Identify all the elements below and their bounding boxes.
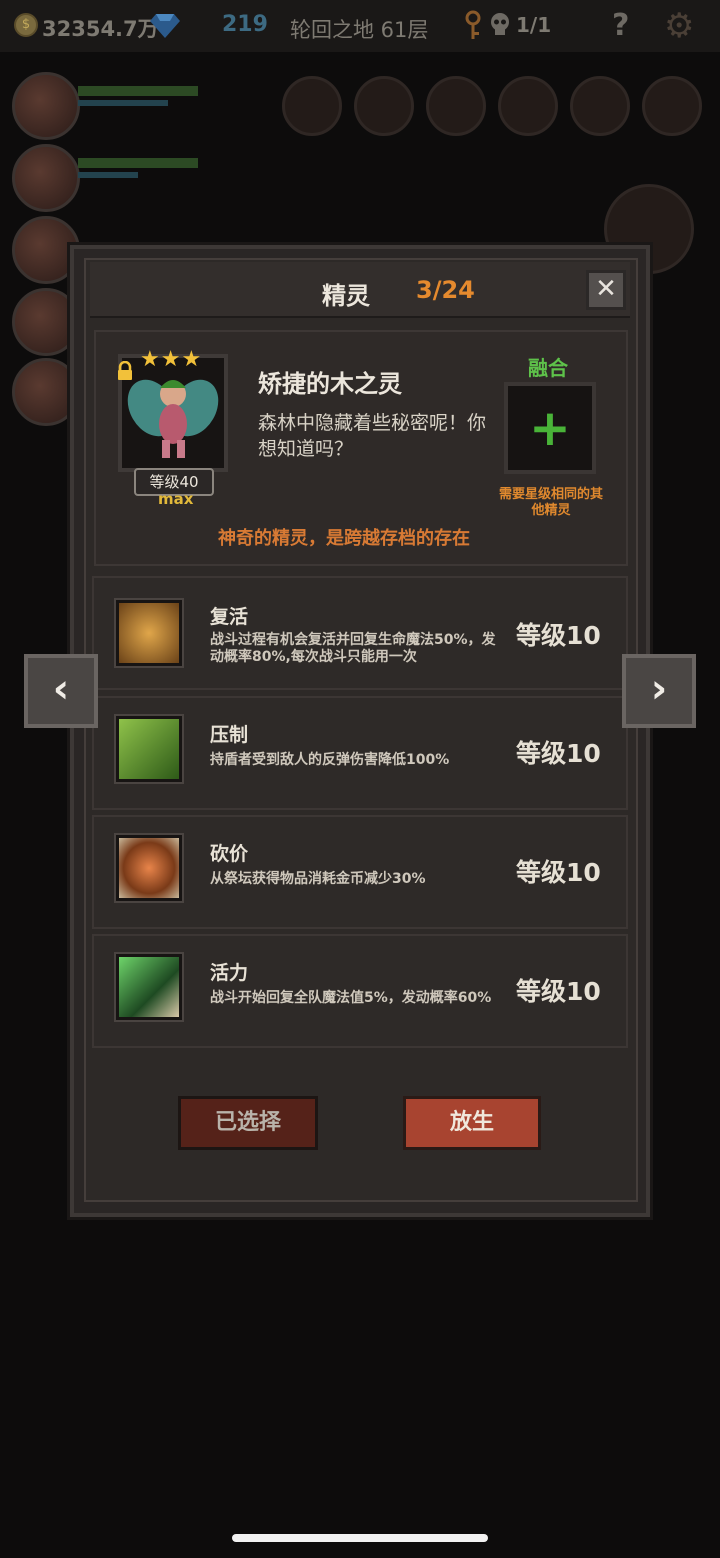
- skill-name: 砍价: [210, 843, 249, 865]
- spirit-description: 森林中隐藏着些秘密呢！你想知道吗？: [258, 412, 487, 460]
- plus-icon: +: [529, 399, 571, 457]
- skill-name: 活力: [210, 962, 249, 984]
- floor-label: 轮回之地 61层: [290, 18, 429, 42]
- dialog-title-bar: 精灵 3/24: [90, 262, 630, 318]
- hero-portrait: [12, 72, 80, 140]
- bargain-skill-icon: [116, 835, 182, 901]
- fuse-slot-button[interactable]: +: [504, 382, 596, 474]
- skill-row: 活力 战斗开始回复全队魔法值5%，发动概率60% 等级10: [92, 934, 628, 1048]
- skill-description: 从祭坛获得物品消耗金币减少30%: [210, 871, 426, 887]
- fairy-icon: [127, 379, 219, 458]
- skill-row: 复活 战斗过程有机会复活并回复生命魔法50%，发动概率80%,每次战斗只能用一次…: [92, 576, 628, 690]
- suppress-skill-icon: [116, 716, 182, 782]
- star-rating: ★★★: [140, 347, 203, 372]
- help-icon[interactable]: ?: [612, 8, 629, 43]
- gold-amount: 32354.7万: [42, 17, 159, 41]
- next-spirit-button[interactable]: ›: [622, 654, 696, 728]
- skill-description: 战斗开始回复全队魔法值5%，发动概率60%: [210, 990, 492, 1006]
- gear-icon[interactable]: ⚙: [664, 6, 694, 46]
- skill-level: 等级10: [516, 739, 601, 768]
- close-button[interactable]: ✕: [586, 270, 626, 310]
- skill-name: 压制: [210, 724, 249, 746]
- skill-row: 压制 持盾者受到敌人的反弹伤害降低100% 等级10: [92, 696, 628, 810]
- item-slot: [570, 76, 630, 136]
- max-label: max: [158, 490, 194, 508]
- dialog-title: 精灵: [322, 282, 370, 310]
- spirit-tagline: 神奇的精灵，是跨越存档的存在: [218, 528, 470, 549]
- hero-hp-bar: [78, 86, 198, 96]
- hero-mp-bar: [78, 172, 138, 178]
- fuse-requirement-note: 需要星级相同的其他精灵: [498, 487, 603, 518]
- vitality-skill-icon: [116, 954, 182, 1020]
- skill-name: 复活: [210, 606, 249, 628]
- item-slot: [282, 76, 342, 136]
- spirit-name: 矫捷的木之灵: [258, 370, 402, 398]
- boss-count: 1/1: [516, 13, 552, 37]
- item-slot: [642, 76, 702, 136]
- item-slot: [426, 76, 486, 136]
- revive-skill-icon: [116, 600, 182, 666]
- key-icon: [465, 10, 481, 39]
- hero-portrait: [12, 144, 80, 212]
- skill-level: 等级10: [516, 977, 601, 1006]
- skill-description: 持盾者受到敌人的反弹伤害降低100%: [210, 752, 450, 768]
- hero-hp-bar: [78, 158, 198, 168]
- gold-coin-icon: $: [14, 13, 38, 37]
- release-button[interactable]: 放生: [403, 1096, 541, 1150]
- fuse-title: 融合: [528, 356, 568, 380]
- skill-level: 等级10: [516, 621, 601, 650]
- item-slot: [354, 76, 414, 136]
- skill-row: 砍价 从祭坛获得物品消耗金币减少30% 等级10: [92, 815, 628, 929]
- selected-button[interactable]: 已选择: [178, 1096, 318, 1150]
- previous-spirit-button[interactable]: ‹: [24, 654, 98, 728]
- skill-level: 等级10: [516, 858, 601, 887]
- skull-icon: [491, 13, 509, 35]
- gem-amount: 219: [222, 12, 268, 37]
- home-indicator: [232, 1534, 488, 1542]
- hero-mp-bar: [78, 100, 168, 106]
- lock-icon: [118, 361, 132, 380]
- skill-description: 战斗过程有机会复活并回复生命魔法50%，发动概率80%,每次战斗只能用一次: [210, 632, 496, 665]
- item-slot: [498, 76, 558, 136]
- spirit-count: 3/24: [416, 276, 475, 304]
- gem-icon: [150, 14, 180, 38]
